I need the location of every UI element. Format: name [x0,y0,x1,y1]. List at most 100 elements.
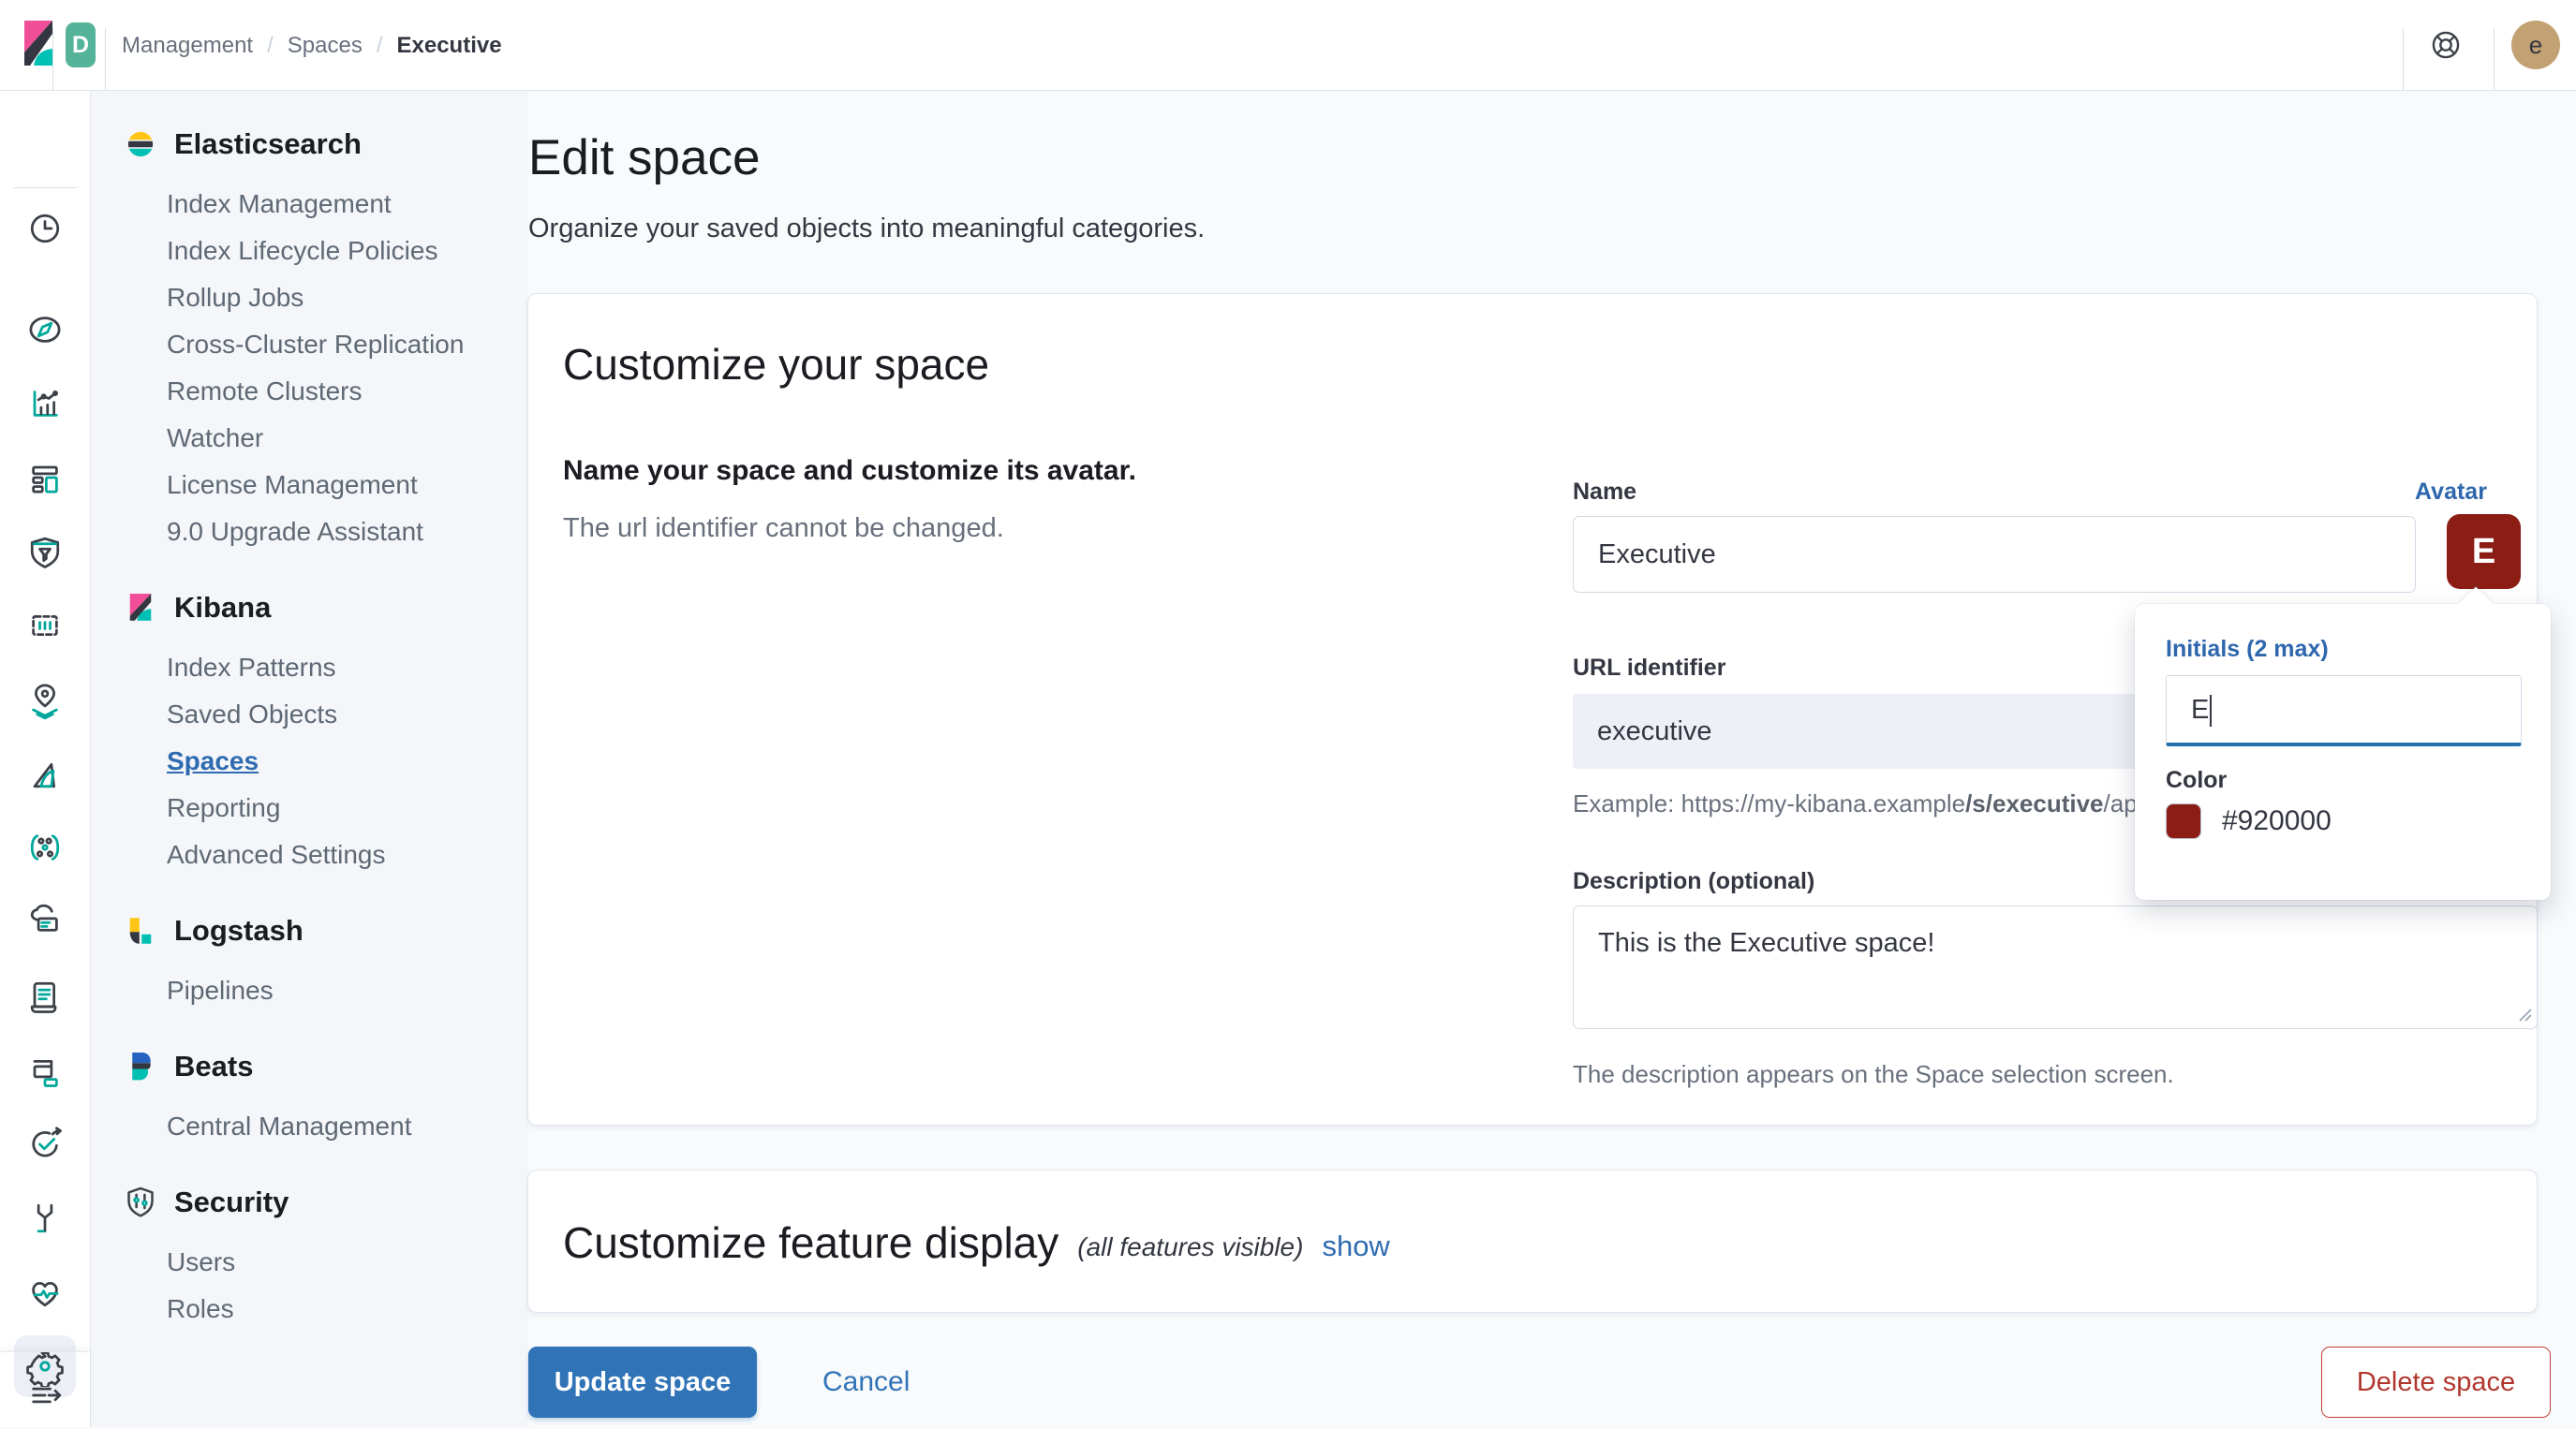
kibana-logo-icon [129,594,152,621]
nav-canvas[interactable] [0,592,90,659]
sidebar-item-index-patterns[interactable]: Index Patterns [167,644,528,691]
logstash-logo-icon [129,918,152,944]
sidebar-section-kibana: Kibana Index Patterns Saved Objects Spac… [122,589,528,878]
sidebar-item-license-management[interactable]: License Management [167,462,528,508]
color-label: Color [2166,767,2228,793]
header-divider [52,28,53,90]
page-title: Edit space [528,130,761,185]
sidebar-item-pipelines[interactable]: Pipelines [167,967,528,1014]
color-swatch[interactable] [2166,803,2201,839]
map-pin-icon [32,684,58,720]
header-divider [2403,28,2404,90]
textarea-resize-handle[interactable] [2516,1006,2535,1024]
sidebar-section-logstash: Logstash Pipelines [122,912,528,1014]
life-buoy-icon [2432,31,2460,59]
nav-dev-tools[interactable] [0,1185,90,1252]
avatar-label: Avatar [2415,479,2487,505]
deployment-badge[interactable]: D [66,22,96,67]
sidebar-item-spaces[interactable]: Spaces [167,738,528,785]
logs-scroll-icon [30,981,57,1013]
sidebar-item-rollup-jobs[interactable]: Rollup Jobs [167,274,528,321]
breadcrumb-spaces[interactable]: Spaces [288,33,363,59]
nav-security-solution[interactable] [0,518,90,585]
sidebar-item-roles[interactable]: Roles [167,1286,528,1333]
space-avatar[interactable]: E [2447,514,2521,589]
cancel-link[interactable]: Cancel [822,1347,910,1418]
sidebar-item-advanced-settings[interactable]: Advanced Settings [167,832,528,878]
url-example-help: Example: https://my-kibana.example/s/exe… [1573,789,2158,818]
breadcrumb-management[interactable]: Management [122,33,253,59]
cloud-server-icon [30,904,58,932]
sidebar-item-remote-clusters[interactable]: Remote Clusters [167,368,528,415]
nav-graph[interactable] [0,814,90,881]
sidebar-item-upgrade-assistant[interactable]: 9.0 Upgrade Assistant [167,508,528,555]
nav-metrics[interactable] [0,1037,90,1104]
breadcrumb: Management / Spaces / Executive [122,0,502,91]
description-help-text: The description appears on the Space sel… [1573,1060,2174,1088]
wrench-icon [37,1203,53,1233]
app-nav-rail [0,91,91,1427]
rail-bottom-bar [0,1351,90,1427]
kibana-app: D Management / Spaces / Executive e Elas… [0,0,2576,1427]
initials-label: Initials (2 max) [2166,636,2329,662]
sidebar-item-cross-cluster-replication[interactable]: Cross-Cluster Replication [167,321,528,368]
header-divider [105,28,106,90]
kibana-logo-icon[interactable] [22,19,54,71]
dashboard-icon [32,465,58,494]
management-sidebar: Elasticsearch Index Management Index Lif… [91,91,528,1427]
rail-divider [13,187,77,188]
nav-enterprise-search[interactable] [0,889,90,956]
elasticsearch-logo-icon [127,131,154,157]
space-name-input[interactable] [1573,516,2416,593]
nav-machine-learning[interactable] [0,740,90,807]
metrics-windows-icon [33,1060,58,1087]
section-title: Logstash [174,914,303,947]
user-avatar[interactable]: e [2511,21,2560,69]
nav-uptime[interactable] [0,1111,90,1178]
color-hex-value[interactable]: #920000 [2222,805,2332,837]
nav-dashboard[interactable] [0,444,90,511]
panel-title: Customize your space [563,340,990,389]
section-title: Beats [174,1050,254,1083]
update-space-button[interactable]: Update space [528,1347,757,1418]
compass-icon [29,317,61,343]
color-picker-row: #920000 [2166,803,2332,839]
clock-icon [30,214,60,243]
nav-discover[interactable] [0,296,90,363]
feature-display-panel: Customize feature display (all features … [527,1170,2538,1313]
avatar-customize-popover: Initials (2 max) E Color #920000 [2135,586,2551,900]
show-features-link[interactable]: show [1322,1222,1389,1263]
security-shield-logo-icon [127,1186,154,1217]
nav-visualize[interactable] [0,370,90,437]
sidebar-item-watcher[interactable]: Watcher [167,415,528,462]
nav-maps[interactable] [0,666,90,733]
name-label: Name [1573,479,1637,505]
initials-input[interactable]: E [2166,675,2522,746]
description-label: Description (optional) [1573,868,1815,894]
recently-viewed-button[interactable] [0,195,90,262]
bar-chart-icon [33,390,59,417]
nav-stack-monitoring[interactable] [0,1259,90,1326]
nav-logs[interactable] [0,963,90,1030]
sidebar-section-beats: Beats Central Management [122,1048,528,1150]
sidebar-item-index-lifecycle-policies[interactable]: Index Lifecycle Policies [167,228,528,274]
canvas-frame-icon [32,615,58,636]
help-button[interactable] [2428,27,2464,63]
delete-space-button[interactable]: Delete space [2321,1347,2551,1418]
section-title: Kibana [174,591,272,624]
sidebar-item-saved-objects[interactable]: Saved Objects [167,691,528,738]
machine-learning-icon [33,763,55,788]
breadcrumb-separator: / [267,32,274,58]
heartbeat-icon [32,1282,59,1307]
top-header: D Management / Spaces / Executive e [0,0,2576,91]
description-textarea[interactable]: This is the Executive space! [1573,906,2538,1029]
sidebar-item-users[interactable]: Users [167,1239,528,1286]
sidebar-item-index-management[interactable]: Index Management [167,181,528,228]
sidebar-item-reporting[interactable]: Reporting [167,785,528,832]
graph-nodes-icon [30,834,60,861]
section-title: Security [174,1186,289,1218]
sidebar-section-security: Security Users Roles [122,1184,528,1333]
sidebar-item-central-management[interactable]: Central Management [167,1103,528,1150]
feature-panel-title: Customize feature display [563,1217,1059,1267]
collapse-nav-button[interactable] [0,1362,90,1429]
